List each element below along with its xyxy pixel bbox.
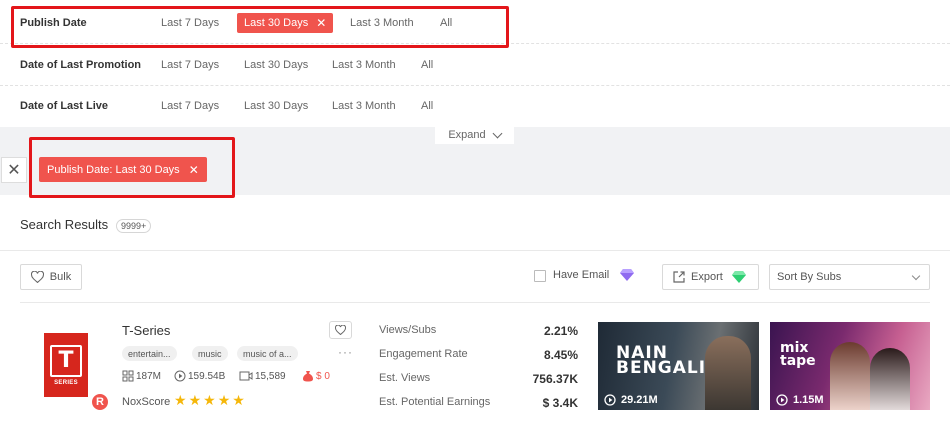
metric-label-est-views: Est. Views <box>379 372 431 384</box>
thumbnail-views-value: 1.15M <box>793 394 824 406</box>
heart-icon <box>30 271 44 283</box>
option-all[interactable]: All <box>440 17 452 29</box>
results-title: Search Results <box>20 217 109 232</box>
channel-tag[interactable]: entertain... <box>122 346 177 361</box>
sort-select[interactable]: Sort By Subs <box>769 264 930 290</box>
option-last-3-month[interactable]: Last 3 Month <box>350 17 414 29</box>
filter-label: Publish Date <box>20 16 87 29</box>
results-count-badge: 9999+ <box>116 219 152 233</box>
option-last-30-days-active[interactable]: Last 30 Days ✕ <box>237 12 334 33</box>
thumbnail-views: 29.21M <box>604 394 658 406</box>
export-icon <box>673 271 685 283</box>
expand-label: Expand <box>448 129 486 141</box>
channel-tag[interactable]: music <box>192 346 228 361</box>
metric-value-engagement: 8.45% <box>543 348 578 362</box>
option-label: Last 30 Days <box>244 16 309 29</box>
subscribers-stat: 187M <box>122 370 161 382</box>
play-circle-icon <box>776 394 788 406</box>
noxscore-label: NoxScore <box>122 396 171 408</box>
play-circle-icon <box>174 370 186 382</box>
filter-row-last-promotion: Date of Last Promotion Last 7 Days Last … <box>0 44 950 85</box>
video-icon <box>239 371 253 381</box>
video-thumbnail[interactable]: mix tape 1.15M <box>770 322 930 410</box>
thumbnail-views: 1.15M <box>776 394 824 406</box>
filter-row-publish-date: Publish Date Last 7 Days Last 30 Days ✕ … <box>0 2 950 43</box>
views-value: 159.54B <box>188 370 226 382</box>
channel-avatar[interactable]: T SERIES <box>44 333 88 397</box>
channel-tag[interactable]: music of a... <box>237 346 298 361</box>
option-last-7-days[interactable]: Last 7 Days <box>161 17 219 29</box>
thumbnail-title: NAIN BENGALI <box>616 343 707 378</box>
option-last-30-days[interactable]: Last 30 Days <box>244 100 308 112</box>
option-last-7-days[interactable]: Last 7 Days <box>161 59 219 71</box>
metric-label-engagement: Engagement Rate <box>379 348 468 360</box>
option-last-3-month[interactable]: Last 3 Month <box>332 59 396 71</box>
sort-selected-value: Sort By Subs <box>777 271 842 283</box>
more-tags-icon[interactable]: ··· <box>338 345 353 359</box>
channel-badge: R <box>90 392 110 412</box>
channel-name[interactable]: T-Series <box>122 323 170 338</box>
thumbnail-figure <box>870 348 910 410</box>
option-last-7-days[interactable]: Last 7 Days <box>161 100 219 112</box>
filter-row-last-live: Date of Last Live Last 7 Days Last 30 Da… <box>0 85 950 126</box>
option-last-30-days[interactable]: Last 30 Days <box>244 59 308 71</box>
divider <box>0 250 950 251</box>
favorite-button[interactable] <box>329 321 352 339</box>
video-thumbnail[interactable]: NAIN BENGALI 29.21M <box>598 322 759 410</box>
avatar-logo: T <box>50 344 82 377</box>
play-circle-icon <box>604 394 616 406</box>
thumbnail-title: mix tape <box>780 340 816 369</box>
export-button[interactable]: Export <box>662 264 759 290</box>
metric-label-views-subs: Views/Subs <box>379 324 437 336</box>
clear-filters-button[interactable]: ✕ <box>1 157 27 183</box>
purple-diamond-icon <box>620 269 634 281</box>
filter-label: Date of Last Promotion <box>20 58 142 71</box>
heart-icon <box>335 325 346 335</box>
avatar-logo-sub: SERIES <box>54 379 78 386</box>
expand-button[interactable]: Expand <box>435 126 514 144</box>
subscribers-icon <box>122 370 134 382</box>
price-value: $ 0 <box>316 370 330 382</box>
star-icon: ★ <box>203 393 216 409</box>
videos-value: 15,589 <box>255 370 286 382</box>
money-bag-icon <box>303 371 313 382</box>
thumbnail-figure <box>705 336 751 410</box>
metric-value-est-earnings: $ 3.4K <box>542 396 578 410</box>
option-last-3-month[interactable]: Last 3 Month <box>332 100 396 112</box>
have-email-label: Have Email <box>553 269 610 281</box>
bulk-button[interactable]: Bulk <box>20 264 82 290</box>
chip-label: Publish Date: Last 30 Days <box>47 163 180 176</box>
chevron-down-icon <box>911 271 921 281</box>
filter-label: Date of Last Live <box>20 99 109 112</box>
close-icon: ✕ <box>7 162 21 179</box>
thumbnail-views-value: 29.21M <box>621 394 658 406</box>
price-stat: $ 0 <box>302 370 330 382</box>
star-icon: ★ <box>232 393 245 409</box>
green-diamond-icon <box>731 271 746 283</box>
star-icon: ★ <box>174 393 187 409</box>
bulk-label: Bulk <box>49 271 72 283</box>
subscribers-value: 187M <box>136 370 162 382</box>
star-icon: ★ <box>188 393 202 409</box>
export-label: Export <box>691 271 723 283</box>
views-stat: 159.54B <box>174 370 225 382</box>
metric-value-est-views: 756.37K <box>532 372 578 386</box>
have-email-checkbox[interactable] <box>534 270 546 282</box>
option-all[interactable]: All <box>421 59 433 71</box>
star-icon: ★ <box>217 393 231 409</box>
metric-label-est-earnings: Est. Potential Earnings <box>379 396 491 408</box>
divider <box>20 302 930 303</box>
noxscore-stars: ★ ★ ★ ★ ★ <box>174 393 247 409</box>
videos-stat: 15,589 <box>239 370 286 382</box>
close-icon[interactable]: ✕ <box>316 16 326 30</box>
selected-filter-chip[interactable]: Publish Date: Last 30 Days ✕ <box>39 157 207 182</box>
chevron-down-icon <box>492 128 503 138</box>
metric-value-views-subs: 2.21% <box>543 324 578 338</box>
close-icon[interactable]: ✕ <box>189 163 199 177</box>
option-all[interactable]: All <box>421 100 433 112</box>
thumbnail-figure <box>830 342 870 410</box>
